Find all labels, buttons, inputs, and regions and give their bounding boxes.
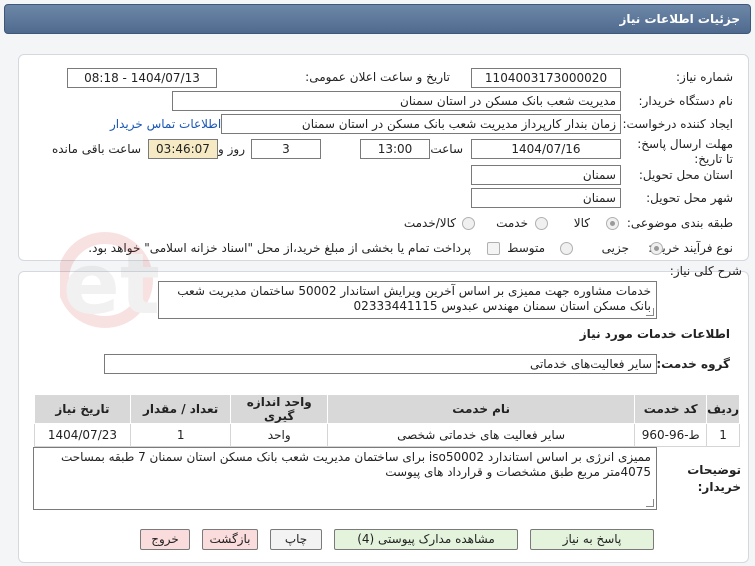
process-radio-minor[interactable] — [650, 242, 663, 255]
col-row: ردیف — [706, 394, 740, 424]
table-row[interactable]: 1 ط-96-960 سایر فعالیت های خدماتی شخصی و… — [34, 423, 740, 447]
summary-label: شرح کلی نیاز: — [669, 264, 742, 278]
deadline-label: مهلت ارسال پاسخ: تا تاریخ: — [637, 137, 733, 166]
province-field: سمنان — [471, 165, 621, 185]
deadline-date-field: 1404/07/16 — [471, 139, 621, 159]
col-name: نام خدمت — [326, 394, 636, 424]
exit-button[interactable]: خروج — [140, 529, 190, 550]
window-title: جزئیات اطلاعات نیاز — [4, 4, 751, 34]
payment-note: پرداخت تمام یا بخشی از مبلغ خرید،از محل … — [88, 241, 471, 255]
category-option-both: کالا/خدمت — [403, 216, 456, 230]
cell-code: ط-96-960 — [634, 423, 708, 447]
col-qty: تعداد / مقدار — [129, 394, 232, 424]
city-label: شهر محل تحویل: — [646, 191, 733, 205]
category-option-service: خدمت — [496, 216, 528, 230]
print-button[interactable]: چاپ — [270, 529, 322, 550]
province-label: استان محل تحویل: — [638, 168, 733, 182]
resize-grip[interactable] — [646, 499, 654, 507]
buyer-notes: ممیزی انرژی بر اساس استاندارد iso50002 ب… — [33, 447, 657, 510]
buyer-label: نام دستگاه خریدار: — [638, 94, 734, 108]
service-group-field: سایر فعالیت‌های خدماتی — [104, 354, 657, 374]
cell-qty: 1 — [129, 423, 232, 447]
remaining-label: ساعت باقی مانده — [51, 142, 141, 156]
category-radio-goods[interactable] — [606, 217, 619, 230]
attachments-button[interactable]: مشاهده مدارک پیوستی (4) — [334, 529, 518, 550]
buyer-notes-label: توضیحات خریدار: — [687, 463, 741, 494]
buyer-contact-link[interactable]: اطلاعات تماس خریدار — [110, 117, 221, 131]
creator-field: زمان بندار کارپرداز مدیریت شعب بانک مسکن… — [221, 114, 621, 134]
col-date: تاریخ نیاز — [34, 394, 131, 424]
buyer-field: مدیریت شعب بانک مسکن در استان سمنان — [172, 91, 621, 111]
category-radio-service[interactable] — [535, 217, 548, 230]
summary-text: خدمات مشاوره جهت ممیزی بر اساس آخرین ویر… — [158, 281, 657, 319]
need-number-field: 1104003173000020 — [471, 68, 621, 88]
days-field: 3 — [251, 139, 321, 159]
need-number-label: شماره نیاز: — [676, 70, 733, 84]
announce-field: 1404/07/13 - 08:18 — [67, 68, 217, 88]
buyer-notes-content: ممیزی انرژی بر اساس استاندارد iso50002 ب… — [60, 450, 651, 479]
col-unit: واحد اندازه گیری — [230, 394, 328, 424]
cell-name: سایر فعالیت های خدماتی شخصی — [326, 423, 636, 447]
reply-button[interactable]: پاسخ به نیاز — [530, 529, 654, 550]
days-label: روز و — [218, 142, 245, 156]
table-header-row: ردیف کد خدمت نام خدمت واحد اندازه گیری ت… — [34, 394, 740, 424]
cell-row: 1 — [706, 423, 740, 447]
services-heading: اطلاعات خدمات مورد نیاز — [579, 327, 730, 341]
creator-label: ایجاد کننده درخواست: — [622, 117, 733, 131]
process-option-minor: جزیی — [601, 241, 629, 255]
remaining-time: 03:46:07 — [148, 139, 218, 159]
category-option-goods: کالا — [573, 216, 590, 230]
process-option-medium: متوسط — [507, 241, 545, 255]
col-code: کد خدمت — [634, 394, 708, 424]
city-field: سمنان — [471, 188, 621, 208]
services-table: ردیف کد خدمت نام خدمت واحد اندازه گیری ت… — [34, 394, 740, 447]
deadline-time-field: 13:00 — [360, 139, 430, 159]
back-button[interactable]: بازگشت — [202, 529, 258, 550]
service-group-label: گروه خدمت: — [656, 357, 730, 371]
resize-grip[interactable] — [646, 308, 654, 316]
summary-text-content: خدمات مشاوره جهت ممیزی بر اساس آخرین ویر… — [177, 284, 651, 313]
announce-label: تاریخ و ساعت اعلان عمومی: — [305, 70, 450, 84]
category-label: طبقه بندی موضوعی: — [626, 216, 733, 230]
treasury-checkbox[interactable] — [487, 242, 500, 255]
category-radio-both[interactable] — [462, 217, 475, 230]
deadline-time-label: ساعت — [430, 142, 463, 156]
cell-unit: واحد — [230, 423, 328, 447]
cell-date: 1404/07/23 — [34, 423, 131, 447]
process-radio-medium[interactable] — [560, 242, 573, 255]
